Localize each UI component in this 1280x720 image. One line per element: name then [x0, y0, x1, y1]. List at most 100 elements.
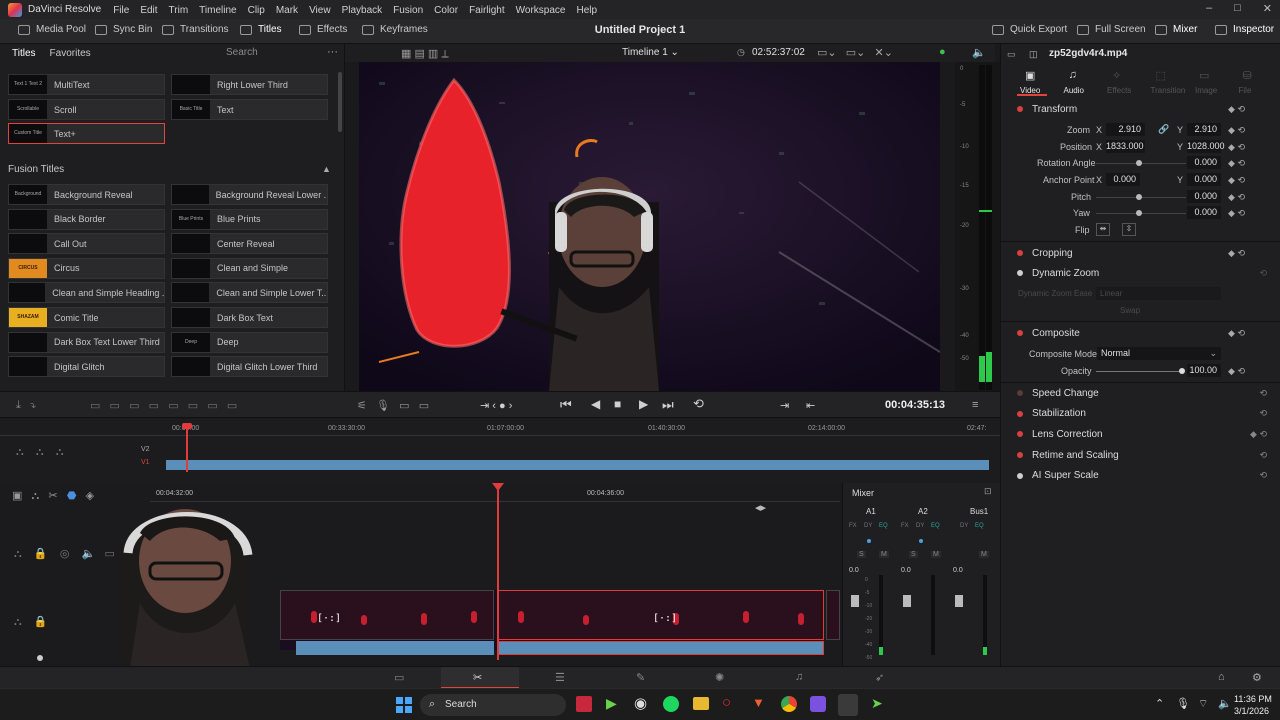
title-tile[interactable]: Scrollable Scroll	[8, 99, 165, 120]
clip-tools-icons[interactable]: ⚟ 🎙 ▭ ▭	[357, 399, 429, 412]
home-icon[interactable]: ⌂	[1218, 671, 1225, 683]
viewer-options-icons[interactable]: ▭⌄ ▭⌄ ✕⌄	[817, 46, 893, 59]
inspector-button[interactable]: Inspector	[1215, 24, 1274, 35]
transform-enabled-dot[interactable]	[1017, 106, 1023, 112]
video-viewer[interactable]	[359, 62, 940, 391]
fusion-title-tile[interactable]: SHAZAM Comic Title	[8, 307, 165, 328]
pitch-slider-knob[interactable]	[1136, 194, 1142, 200]
keyframe-diamond-icon[interactable]: ◆ ⟲	[1228, 104, 1245, 115]
composite-enabled-dot[interactable]	[1017, 330, 1023, 336]
stop-icon[interactable]: ■	[614, 397, 621, 411]
section-enabled-dot[interactable]	[1017, 410, 1023, 417]
tray-chevron-icon[interactable]: ⌃	[1155, 697, 1164, 710]
fusion-title-tile[interactable]: Background Reveal Lower ...	[171, 184, 328, 205]
titles-button[interactable]: Titles	[240, 24, 282, 35]
inspector-tab-image-icon[interactable]: ▭	[1199, 69, 1209, 82]
mixer-pan-knob[interactable]	[919, 539, 923, 543]
inspector-tab-file[interactable]: File	[1239, 86, 1252, 95]
effects-button[interactable]: Effects	[299, 24, 347, 35]
menu-mark[interactable]: Mark	[276, 5, 298, 16]
link-icon[interactable]: 🔗	[1158, 124, 1169, 135]
fusion-title-tile[interactable]: Blue Prints Blue Prints	[171, 208, 328, 230]
yaw-keyframe-icon[interactable]: ◆ ⟲	[1228, 208, 1245, 219]
cropping-keyframe-icon[interactable]: ◆ ⟲	[1228, 248, 1245, 259]
pitch-keyframe-icon[interactable]: ◆ ⟲	[1228, 192, 1245, 203]
mixer-fader-handle[interactable]	[851, 595, 859, 607]
mixer-fx-button[interactable]: FX	[849, 523, 857, 529]
audio-clip-selected[interactable]	[497, 641, 824, 655]
zoom-keyframe-icon[interactable]: ◆ ⟲	[1228, 125, 1245, 136]
sync-bin-button[interactable]: Sync Bin	[95, 24, 152, 35]
mixer-fx-button[interactable]: EQ	[931, 523, 940, 529]
tab-titles[interactable]: Titles	[12, 48, 36, 59]
menu-trim[interactable]: Trim	[169, 5, 189, 16]
page-fusion-icon[interactable]: ✎	[636, 671, 645, 684]
section-reset-icon[interactable]: ⟲	[1259, 470, 1267, 481]
menu-workspace[interactable]: Workspace	[516, 5, 566, 16]
opacity-slider[interactable]	[1096, 371, 1182, 372]
menu-edit[interactable]: Edit	[140, 5, 157, 16]
go-to-start-icon[interactable]: ⏮	[560, 397, 572, 413]
mixer-mute-button[interactable]: M	[931, 551, 941, 558]
flip-vertical-button[interactable]: ⇳	[1122, 223, 1136, 236]
timeline-selector[interactable]: Timeline 1 ⌄	[622, 47, 679, 58]
inspector-tab-image[interactable]: Image	[1195, 86, 1217, 95]
davinci-taskbar-icon[interactable]	[838, 694, 858, 716]
dynamic-zoom-enabled-dot[interactable]	[1017, 270, 1023, 276]
yaw-field[interactable]: 0.000	[1187, 206, 1221, 219]
inspector-tab-video-icon[interactable]: ▣	[1025, 69, 1035, 82]
viewer-tools[interactable]: ▦ ▤ ▥ ⟂	[401, 47, 449, 61]
zoom-y-field[interactable]: 2.910	[1187, 123, 1221, 136]
menu-clip[interactable]: Clip	[248, 5, 265, 16]
full-screen-button[interactable]: Full Screen	[1077, 24, 1146, 35]
mixer-fader-track[interactable]	[983, 575, 987, 655]
clock-date[interactable]: 3/1/2026	[1234, 706, 1269, 716]
position-x-field[interactable]: 1833.000	[1106, 140, 1145, 153]
chrome-icon[interactable]	[781, 696, 797, 712]
speaker-icon[interactable]: 🔈	[1218, 697, 1232, 710]
mixer-fx-button[interactable]: DY	[864, 523, 872, 529]
fusion-title-tile[interactable]: Call Out	[8, 233, 165, 255]
fusion-title-tile[interactable]: Clean and Simple Heading ...	[8, 282, 165, 304]
file-explorer-icon[interactable]	[693, 697, 709, 710]
mixer-expand-icon[interactable]: ⊡	[984, 486, 992, 497]
composite-keyframe-icon[interactable]: ◆ ⟲	[1228, 328, 1245, 339]
fusion-title-tile[interactable]: Clean and Simple Lower T...	[171, 282, 328, 304]
pitch-field[interactable]: 0.000	[1187, 190, 1221, 203]
fusion-title-tile[interactable]: CIRCUS Circus	[8, 257, 165, 279]
title-tile[interactable]: Custom Title Text+	[8, 123, 165, 144]
dynamic-zoom-section-header[interactable]: Dynamic Zoom ⟲	[1001, 263, 1280, 283]
mixer-pan-knob[interactable]	[867, 539, 871, 543]
mixer-fader-handle[interactable]	[903, 595, 911, 607]
mixer-fader-track[interactable]	[931, 575, 935, 655]
menu-playback[interactable]: Playback	[342, 5, 383, 16]
opacity-slider-knob[interactable]	[1179, 368, 1185, 374]
menu-help[interactable]: Help	[576, 5, 597, 16]
fusion-title-tile[interactable]: Black Border	[8, 208, 165, 230]
minimize-icon[interactable]: –	[1206, 2, 1212, 15]
app-icon-purple[interactable]	[810, 696, 826, 712]
collapse-chevron-icon[interactable]: ▲	[322, 164, 331, 174]
inspector-tab-effects-icon[interactable]: ✧	[1112, 69, 1121, 82]
keyframes-button[interactable]: Keyframes	[362, 24, 428, 35]
mixer-fx-button[interactable]: DY	[960, 523, 968, 529]
color-status-icon[interactable]: ●	[939, 46, 946, 58]
next-edit-icon[interactable]: ⇥	[780, 399, 789, 412]
section-enabled-dot[interactable]	[1017, 431, 1023, 438]
section-enabled-dot[interactable]	[1017, 390, 1023, 396]
mixer-solo-button[interactable]: S	[857, 551, 866, 558]
opacity-keyframe-icon[interactable]: ◆ ⟲	[1228, 366, 1245, 377]
edit-mode-icons[interactable]: ▭ ▭ ▭ ▭ ▭ ▭ ▭ ▭	[90, 399, 237, 412]
anchor-keyframe-icon[interactable]: ◆ ⟲	[1228, 175, 1245, 186]
section-reset-icon[interactable]: ⟲	[1259, 388, 1267, 399]
mixer-fx-button[interactable]: EQ	[879, 523, 888, 529]
title-tile[interactable]: Right Lower Third	[171, 74, 328, 95]
page-color-icon[interactable]: ✺	[715, 671, 724, 684]
section-enabled-dot[interactable]	[1017, 472, 1023, 479]
mixer-button[interactable]: Mixer	[1155, 24, 1197, 35]
mixer-mute-button[interactable]: M	[879, 551, 889, 558]
section-reset-icon[interactable]: ⟲	[1259, 408, 1267, 419]
close-icon[interactable]: ✕	[1263, 2, 1272, 15]
clock-time[interactable]: 11:36 PM	[1234, 694, 1272, 704]
fusion-title-tile[interactable]: Deep Deep	[171, 331, 328, 353]
